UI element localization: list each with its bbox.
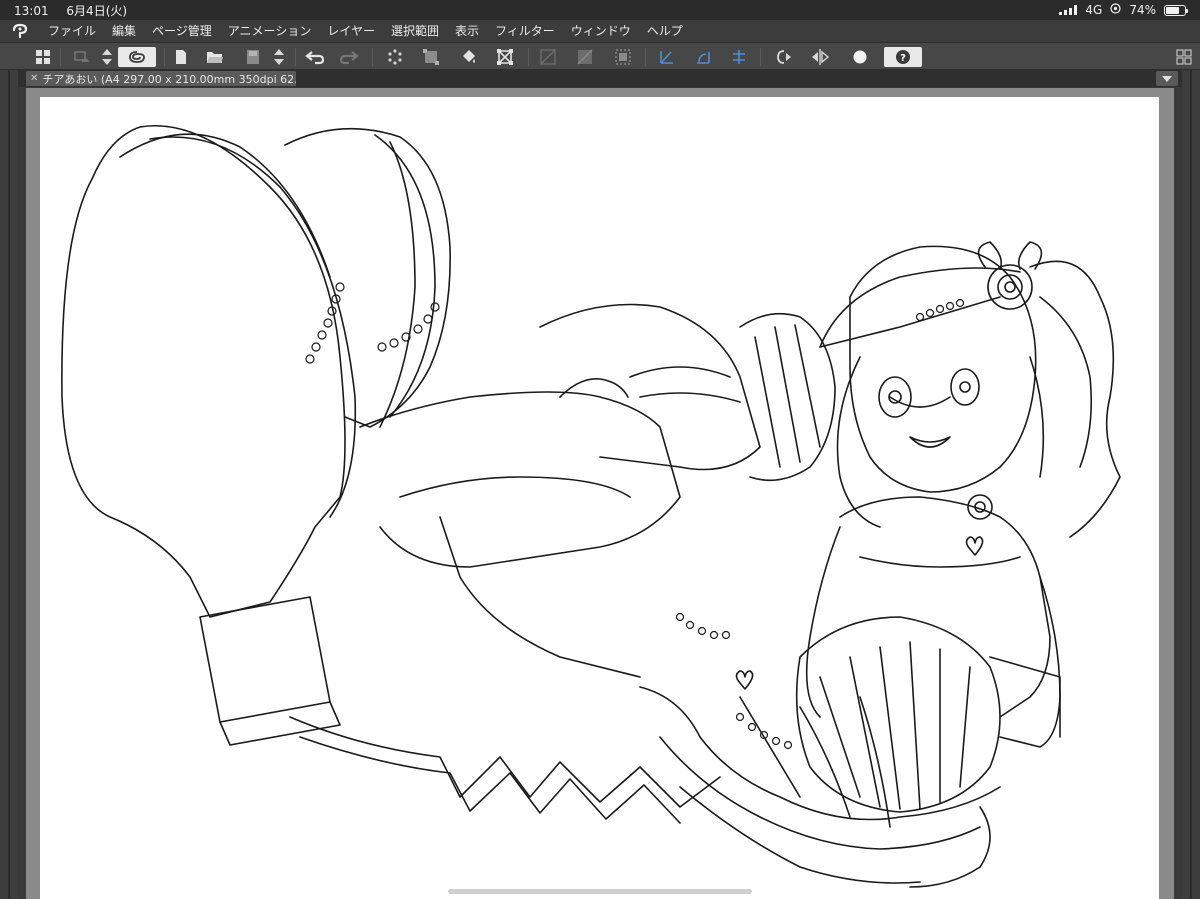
help-icon[interactable]: ? bbox=[884, 47, 922, 67]
menu-item-5[interactable]: 選択範囲 bbox=[383, 20, 447, 42]
menu-item-4[interactable]: レイヤー bbox=[319, 20, 383, 42]
menu-item-9[interactable]: ヘルプ bbox=[639, 20, 691, 42]
right-divider bbox=[1190, 70, 1192, 899]
left-divider bbox=[8, 70, 10, 899]
rotate-icon[interactable] bbox=[772, 47, 796, 67]
save-icon[interactable] bbox=[244, 47, 262, 67]
ruler-a-icon[interactable] bbox=[656, 47, 678, 67]
ruler-c-icon[interactable] bbox=[728, 47, 750, 67]
canvas-viewport[interactable] bbox=[26, 88, 1174, 899]
menu-item-6[interactable]: 表示 bbox=[447, 20, 487, 42]
ios-status-bar: 13:01 6月4日(火) 4G 74% bbox=[0, 0, 1200, 20]
menu-item-3[interactable]: アニメーション bbox=[220, 20, 320, 42]
ruler-b-icon[interactable] bbox=[692, 47, 714, 67]
signal-icon bbox=[1059, 5, 1078, 15]
location-icon bbox=[1110, 3, 1121, 17]
drawing-canvas[interactable] bbox=[40, 97, 1159, 899]
app-logo-icon[interactable] bbox=[0, 20, 40, 42]
more-icon[interactable] bbox=[1176, 49, 1192, 69]
grid-icon[interactable] bbox=[33, 47, 53, 67]
swirl-icon[interactable] bbox=[118, 47, 156, 67]
network-label: 4G bbox=[1085, 3, 1103, 17]
home-indicator bbox=[448, 889, 752, 894]
updown-icon[interactable] bbox=[100, 47, 114, 67]
close-tab-icon[interactable]: ✕ bbox=[30, 73, 38, 84]
burst-icon[interactable] bbox=[384, 47, 406, 67]
undo-icon[interactable] bbox=[304, 47, 326, 67]
menu-item-8[interactable]: ウィンドウ bbox=[563, 20, 639, 42]
document-tab[interactable]: ✕ チアあおい (A4 297.00 x 210.00mm 350dpi 62.… bbox=[26, 71, 296, 86]
new-icon[interactable] bbox=[172, 47, 190, 67]
menu-item-2[interactable]: ページ管理 bbox=[144, 20, 220, 42]
transfer-icon[interactable] bbox=[72, 47, 92, 67]
canvas-icon[interactable] bbox=[420, 47, 442, 67]
status-time: 13:01 bbox=[14, 3, 49, 18]
line-art-illustration bbox=[61, 125, 1121, 888]
battery-icon bbox=[1164, 4, 1188, 16]
ruler-icon[interactable] bbox=[574, 47, 596, 67]
menu-item-7[interactable]: フィルター bbox=[487, 20, 563, 42]
battery-percent: 74% bbox=[1129, 3, 1156, 17]
document-tab-bar: ✕ チアあおい (A4 297.00 x 210.00mm 350dpi 62.… bbox=[18, 70, 1182, 87]
command-bar: ? bbox=[0, 42, 1200, 70]
layer-icon[interactable] bbox=[537, 47, 559, 67]
select-icon[interactable] bbox=[612, 47, 634, 67]
svg-text:?: ? bbox=[900, 53, 906, 64]
menu-item-0[interactable]: ファイル bbox=[40, 20, 104, 42]
open-icon[interactable] bbox=[205, 47, 225, 67]
redo-icon[interactable] bbox=[338, 47, 360, 67]
status-date: 6月4日(火) bbox=[66, 3, 128, 18]
fill-icon[interactable] bbox=[458, 47, 480, 67]
tab-menu-chevron-icon[interactable] bbox=[1156, 71, 1178, 86]
menu-bar: ファイル 編集 ページ管理 アニメーション レイヤー 選択範囲 表示 フィルター ウィンドウ ヘル… bbox=[0, 20, 1200, 42]
circle-icon[interactable] bbox=[848, 47, 872, 67]
flip-icon[interactable] bbox=[808, 47, 832, 67]
transform-icon[interactable] bbox=[494, 47, 516, 67]
menu-item-1[interactable]: 編集 bbox=[104, 20, 144, 42]
updown-icon-2[interactable] bbox=[272, 47, 286, 67]
document-tab-label: チアあおい (A4 297.00 x 210.00mm 350dpi 62.3%… bbox=[42, 72, 296, 86]
